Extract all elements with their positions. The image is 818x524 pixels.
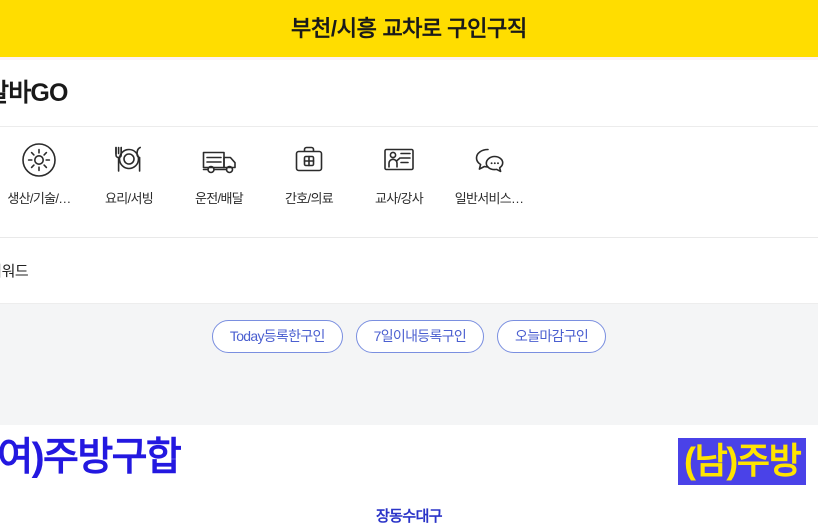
brand-row: 알바GO bbox=[0, 60, 818, 127]
listing-title-right[interactable]: (남)주방 bbox=[678, 438, 807, 486]
filter-pill-closing-today[interactable]: 오늘마감구인 bbox=[497, 320, 607, 353]
delivery-truck-icon bbox=[196, 137, 242, 183]
filter-pill-7days[interactable]: 7일이내등록구인 bbox=[355, 320, 485, 353]
page-title: 부천/시흥 교차로 구인구직 bbox=[291, 15, 527, 41]
category-label: 간호/의료 bbox=[285, 191, 334, 206]
category-item-production[interactable]: 생산/기술/… bbox=[0, 137, 84, 206]
category-label: 생산/기술/… bbox=[7, 191, 71, 206]
category-list: 생산/기술/… 요리/서빙 운전/배달 간호/의료 교사/강사 일반서비스… bbox=[0, 137, 534, 206]
cutlery-plate-icon bbox=[106, 137, 152, 183]
brand-logo[interactable]: 알바GO bbox=[0, 78, 69, 108]
teacher-board-icon bbox=[376, 137, 422, 183]
category-label: 요리/서빙 bbox=[105, 191, 154, 206]
app-root: 부천/시흥 교차로 구인구직 알바GO 생산/기술/… bbox=[0, 0, 818, 524]
category-item-service[interactable]: 일반서비스… bbox=[444, 137, 534, 206]
quick-filter-row: Today등록한구인 7일이내등록구인 오늘마감구인 bbox=[0, 320, 818, 353]
category-label: 교사/강사 bbox=[375, 191, 424, 206]
page-title-strong: 교차로 bbox=[382, 15, 442, 41]
site-banner: 부천/시흥 교차로 구인구직 bbox=[0, 0, 818, 57]
category-item-teaching[interactable]: 교사/강사 bbox=[354, 137, 444, 206]
category-label: 운전/배달 bbox=[195, 191, 244, 206]
category-item-cooking[interactable]: 요리/서빙 bbox=[84, 137, 174, 206]
listing-title-left[interactable]: (여)주방구합 bbox=[0, 436, 182, 480]
category-strip: 생산/기술/… 요리/서빙 운전/배달 간호/의료 교사/강사 일반서비스… bbox=[0, 127, 818, 238]
category-label: 일반서비스… bbox=[454, 191, 524, 206]
listing-subtitle[interactable]: 장동수대구 bbox=[0, 505, 818, 524]
gear-icon bbox=[16, 137, 62, 183]
category-item-driving[interactable]: 운전/배달 bbox=[174, 137, 264, 206]
chat-bubbles-icon bbox=[466, 137, 512, 183]
category-item-nursing[interactable]: 간호/의료 bbox=[264, 137, 354, 206]
quick-filter-area: Today등록한구인 7일이내등록구인 오늘마감구인 bbox=[0, 304, 818, 425]
filter-pill-today[interactable]: Today등록한구인 bbox=[211, 320, 343, 353]
page-title-prefix: 부천/시흥 bbox=[291, 15, 383, 41]
keyword-text: 검색 키워드 bbox=[0, 263, 29, 280]
medical-kit-icon bbox=[286, 137, 332, 183]
page-title-suffix: 구인구직 bbox=[441, 15, 527, 41]
keyword-band: 검색 키워드 bbox=[0, 238, 818, 304]
